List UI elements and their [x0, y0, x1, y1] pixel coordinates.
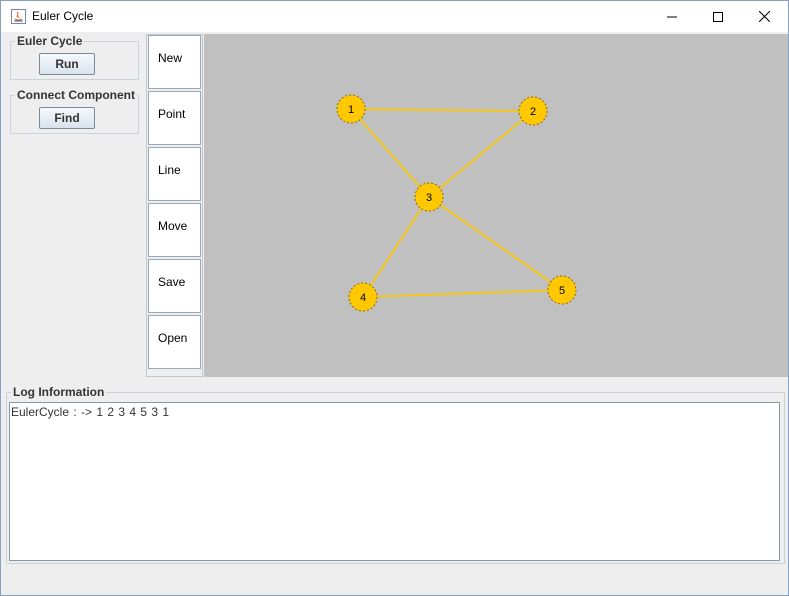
find-button[interactable]: Find — [39, 107, 95, 129]
connect-component-group: Connect Component Find — [10, 88, 139, 134]
line-button-label: Line — [158, 163, 181, 177]
node-3[interactable]: 3 — [414, 182, 444, 212]
point-button[interactable]: Point — [148, 91, 201, 145]
graph-drawing: 1 2 3 4 5 — [336, 94, 577, 312]
minimize-icon — [667, 16, 677, 17]
close-button[interactable] — [741, 1, 787, 32]
euler-cycle-group-label: Euler Cycle — [15, 34, 85, 48]
node-5[interactable]: 5 — [547, 275, 577, 305]
node-label: 4 — [360, 292, 366, 304]
edge-4-5[interactable] — [362, 289, 563, 298]
maximize-icon — [713, 11, 723, 22]
connect-component-group-label: Connect Component — [15, 88, 137, 102]
close-icon — [758, 11, 770, 22]
run-button[interactable]: Run — [39, 53, 95, 75]
open-button-label: Open — [158, 331, 188, 345]
new-button-label: New — [158, 51, 183, 65]
app-window: Euler Cycle Euler Cycle Run Connect Comp… — [0, 0, 789, 596]
maximize-button[interactable] — [695, 1, 741, 32]
move-button[interactable]: Move — [148, 203, 201, 257]
node-label: 3 — [426, 192, 432, 204]
save-button-label: Save — [158, 275, 186, 289]
window-title: Euler Cycle — [32, 9, 94, 23]
edge-2-3[interactable] — [428, 110, 534, 198]
node-label: 5 — [559, 285, 565, 297]
node-1[interactable]: 1 — [336, 94, 366, 124]
node-2[interactable]: 2 — [518, 96, 548, 126]
open-button[interactable]: Open — [148, 315, 201, 369]
save-button[interactable]: Save — [148, 259, 201, 313]
node-label: 2 — [530, 106, 536, 118]
node-label: 1 — [348, 104, 354, 116]
move-button-label: Move — [158, 219, 188, 233]
edge-1-3[interactable] — [350, 108, 430, 198]
log-group: Log Information EulerCycle : -> 1 2 3 4 … — [6, 385, 785, 564]
log-group-label: Log Information — [11, 385, 107, 399]
minimize-button[interactable] — [649, 1, 695, 32]
edge-1-2[interactable] — [350, 108, 534, 112]
java-app-icon — [11, 9, 26, 24]
tool-panel: New Point Line Move Save Open — [146, 34, 203, 377]
graph-canvas[interactable]: 1 2 3 4 5 — [204, 34, 788, 377]
node-4[interactable]: 4 — [348, 282, 378, 312]
euler-cycle-group: Euler Cycle Run — [10, 34, 139, 80]
log-text: EulerCycle : -> 1 2 3 4 5 3 1 — [11, 405, 170, 419]
edge-3-4[interactable] — [362, 196, 430, 298]
log-textarea[interactable]: EulerCycle : -> 1 2 3 4 5 3 1 — [9, 402, 780, 561]
new-button[interactable]: New — [148, 35, 201, 89]
title-bar: Euler Cycle — [1, 1, 788, 32]
edge-3-5[interactable] — [428, 196, 563, 291]
point-button-label: Point — [158, 107, 186, 121]
line-button[interactable]: Line — [148, 147, 201, 201]
